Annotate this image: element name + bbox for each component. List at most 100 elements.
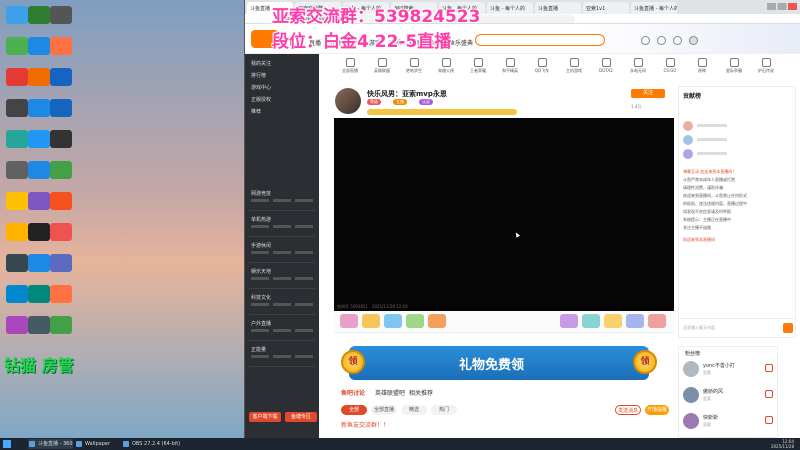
desktop-app-icon[interactable] (50, 130, 72, 148)
desktop-app-icon[interactable] (6, 254, 28, 272)
sidebar-item[interactable]: 正能量 (251, 346, 266, 353)
clock[interactable]: 12:04 2025/11/28 (771, 439, 794, 449)
filter-pill[interactable]: 精选 (401, 405, 427, 415)
filter-pill[interactable]: 全部直播 (371, 405, 397, 415)
category-item[interactable]: 星际争霸 (721, 56, 747, 74)
sidebar-subitem[interactable] (251, 355, 269, 358)
desktop-app-icon[interactable] (28, 161, 50, 179)
download-icon[interactable] (673, 36, 682, 45)
sidebar-button[interactable]: 鱼塘专区 (285, 412, 317, 422)
below-tab[interactable]: 鱼吧讨论 (341, 388, 365, 397)
notify-button[interactable]: 开播提醒 (645, 405, 669, 415)
sidebar-item[interactable]: 科技文化 (251, 294, 271, 301)
category-item[interactable]: 炉石传说 (753, 56, 779, 74)
gift-item[interactable] (362, 314, 380, 328)
rank-avatar[interactable] (683, 135, 693, 145)
sidebar-item[interactable]: 推荐 (251, 108, 261, 115)
video-player[interactable]: 房间号 5093851 · 2025/11/28 12:04 (334, 118, 674, 311)
send-message-button[interactable]: 发送消息 (615, 405, 641, 415)
sidebar-subitem[interactable] (251, 277, 269, 280)
follow-icon[interactable] (657, 36, 666, 45)
sidebar-subitem[interactable] (295, 225, 313, 228)
sidebar-subitem[interactable] (295, 329, 313, 332)
taskbar-app[interactable]: OBS 27.2.4 (64-bit) (122, 439, 180, 449)
browser-tab[interactable]: 斗鱼直播 (535, 2, 581, 14)
fan-avatar[interactable] (683, 361, 699, 377)
sidebar-subitem[interactable] (251, 303, 269, 306)
sidebar-item[interactable]: 手游休闲 (251, 242, 271, 249)
streamer-avatar[interactable] (335, 88, 361, 114)
category-item[interactable]: 全部直播 (337, 56, 363, 74)
desktop-app-icon[interactable] (28, 99, 50, 117)
browser-tab[interactable]: 亚索1v1 (583, 2, 629, 14)
desktop-app-icon[interactable] (50, 68, 72, 86)
gift-item[interactable] (340, 314, 358, 328)
gift-item[interactable] (560, 314, 578, 328)
browser-tab[interactable]: 斗鱼直播 - 每个人的 (631, 2, 677, 14)
desktop-app-icon[interactable] (50, 316, 72, 334)
promo-banner[interactable]: 领 礼物免费领 领 (341, 346, 657, 380)
history-icon[interactable] (641, 36, 650, 45)
rank-avatar[interactable] (683, 149, 693, 159)
chat-send-button[interactable] (783, 323, 793, 333)
category-item[interactable]: 原神 (689, 56, 715, 74)
category-item[interactable]: 和平精英 (497, 56, 523, 74)
start-button[interactable] (3, 440, 11, 448)
taskbar-app[interactable]: Wallpaper (75, 439, 120, 449)
fan-action-icon[interactable] (765, 390, 773, 398)
sidebar-item[interactable]: 我的关注 (251, 60, 271, 67)
sidebar-item[interactable]: 单机热游 (251, 216, 271, 223)
category-item[interactable]: QQ飞车 (529, 56, 555, 74)
gift-item[interactable] (428, 314, 446, 328)
category-item[interactable]: 王者荣耀 (465, 56, 491, 74)
fan-avatar[interactable] (683, 387, 699, 403)
follow-button[interactable]: 关注 (631, 89, 665, 98)
sidebar-subitem[interactable] (273, 277, 291, 280)
desktop-app-icon[interactable] (50, 37, 72, 55)
desktop-app-icon[interactable] (6, 130, 28, 148)
window-controls[interactable] (767, 3, 797, 10)
desktop-app-icon[interactable] (6, 223, 28, 241)
category-item[interactable]: DOTA2 (593, 56, 619, 73)
sidebar-subitem[interactable] (273, 199, 291, 202)
desktop-app-icon[interactable] (6, 37, 28, 55)
sidebar-item[interactable]: 正版授权 (251, 96, 271, 103)
desktop-app-icon[interactable] (28, 37, 50, 55)
filter-pill[interactable]: 热门 (431, 405, 457, 415)
desktop-app-icon[interactable] (6, 285, 28, 303)
sidebar-item[interactable]: 娱乐天地 (251, 268, 271, 275)
sidebar-subitem[interactable] (295, 199, 313, 202)
desktop-app-icon[interactable] (28, 285, 50, 303)
sidebar-subitem[interactable] (251, 199, 269, 202)
desktop-app-icon[interactable] (6, 161, 28, 179)
site-nav-item[interactable]: 鱼乐盛典 (449, 38, 473, 47)
desktop-app-icon[interactable] (6, 68, 28, 86)
search-input[interactable] (475, 34, 605, 46)
desktop-app-icon[interactable] (50, 99, 72, 117)
sidebar-subitem[interactable] (295, 355, 313, 358)
sidebar-subitem[interactable] (295, 277, 313, 280)
gift-item[interactable] (582, 314, 600, 328)
fan-action-icon[interactable] (765, 364, 773, 372)
below-tab[interactable]: 相关推荐 (409, 388, 433, 397)
desktop-app-icon[interactable] (50, 223, 72, 241)
user-avatar-icon[interactable] (689, 36, 698, 45)
desktop-app-icon[interactable] (50, 254, 72, 272)
browser-tab[interactable]: 斗鱼 - 每个人的 (487, 2, 533, 14)
category-item[interactable]: 永劫无间 (625, 56, 651, 74)
gift-item[interactable] (604, 314, 622, 328)
desktop-app-icon[interactable] (6, 99, 28, 117)
taskbar-app[interactable]: 斗鱼直播 - 360 (28, 439, 73, 449)
sidebar-subitem[interactable] (251, 225, 269, 228)
desktop-app-icon[interactable] (28, 192, 50, 210)
fan-avatar[interactable] (683, 413, 699, 429)
sidebar-subitem[interactable] (273, 329, 291, 332)
rank-avatar[interactable] (683, 121, 693, 131)
sidebar-item[interactable]: 排行榜 (251, 72, 266, 79)
fan-row[interactable]: 傲娇的风 亚索 (683, 385, 775, 407)
category-item[interactable]: 穿越火线 (433, 56, 459, 74)
sidebar-subitem[interactable] (273, 251, 291, 254)
desktop-app-icon[interactable] (28, 223, 50, 241)
category-item[interactable]: 绝地求生 (401, 56, 427, 74)
sidebar-subitem[interactable] (251, 329, 269, 332)
